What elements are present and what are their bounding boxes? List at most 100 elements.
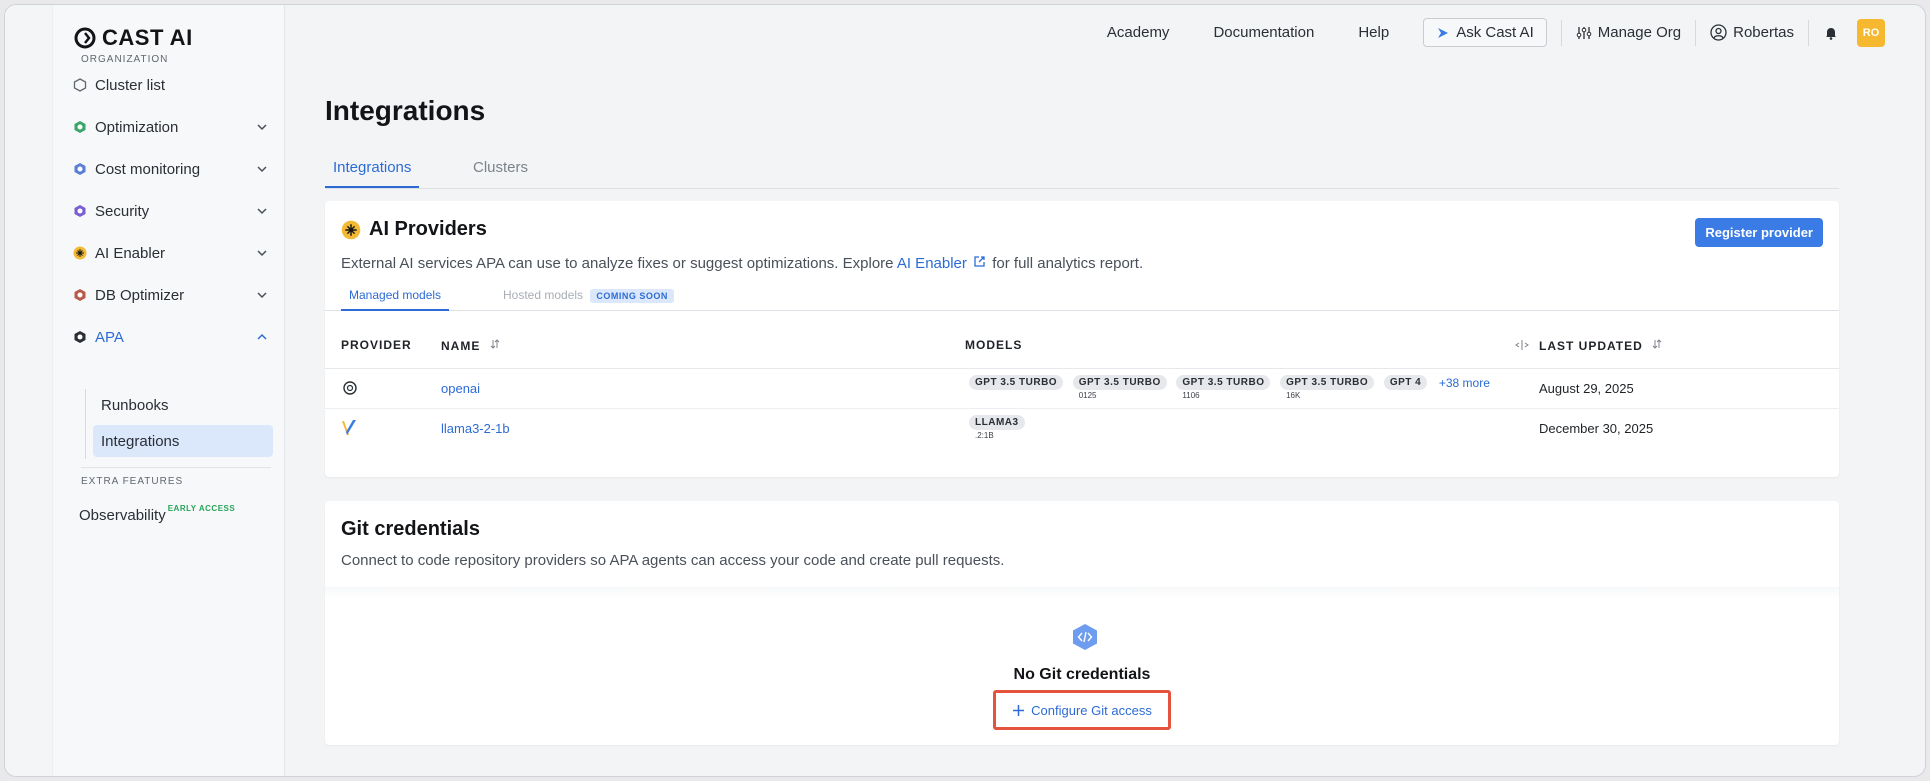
ai-enabler-icon [73, 246, 87, 260]
configure-git-access-button[interactable]: Configure Git access [993, 690, 1171, 730]
sort-icon [1652, 339, 1662, 349]
ai-providers-description: External AI services APA can use to anal… [341, 255, 1143, 272]
section-separator [325, 587, 1839, 599]
models-list: LLAMA3.2:1B [969, 415, 1031, 440]
user-circle-icon [1710, 24, 1727, 41]
submenu-line [85, 389, 86, 459]
model-chip-label: GPT 3.5 TURBO [1176, 375, 1271, 390]
sidebar-item-cost-monitoring[interactable]: Cost monitoring [73, 153, 271, 185]
security-icon [74, 205, 86, 217]
tab-integrations[interactable]: Integrations [325, 159, 420, 188]
git-credentials-description: Connect to code repository providers so … [341, 552, 1005, 569]
tab-managed-models[interactable]: Managed models [341, 288, 450, 311]
ai-enabler-icon [341, 220, 361, 239]
sidebar: CAST AI ORGANIZATION Cluster list Optimi… [53, 5, 285, 776]
chevron-down-icon [257, 292, 267, 299]
academy-link[interactable]: Academy [1107, 24, 1170, 41]
llama-provider-icon [342, 420, 356, 435]
sidebar-item-label: Cluster list [95, 76, 166, 94]
model-chip: GPT 3.5 TURBO 16K [1280, 375, 1375, 400]
brand-logo[interactable]: CAST AI [74, 25, 193, 51]
user-name: Robertas [1733, 24, 1794, 41]
sidebar-subitem-runbooks[interactable]: Runbooks [93, 389, 273, 421]
early-access-badge: EARLY ACCESS [167, 503, 236, 513]
model-chip-label: GPT 3.5 TURBO [1280, 375, 1375, 390]
bell-icon[interactable] [1823, 25, 1839, 41]
sidebar-item-label: Optimization [95, 118, 179, 136]
model-chip-version: .2:1B [975, 431, 994, 440]
topnav-separator [1808, 19, 1809, 46]
user-menu[interactable]: Robertas [1710, 24, 1794, 41]
model-chip-version: 1106 [1182, 391, 1200, 400]
avatar[interactable]: RO [1857, 18, 1885, 47]
db-optimizer-icon [74, 289, 86, 301]
ai-providers-heading: AI Providers [341, 218, 487, 241]
sidebar-item-cluster-list[interactable]: Cluster list [73, 69, 271, 101]
models-list: GPT 3.5 TURBO GPT 3.5 TURBO 0125 GPT 3.5 … [969, 375, 1490, 400]
sidebar-item-security[interactable]: Security [73, 195, 271, 227]
column-name-label: NAME [441, 339, 481, 353]
topnav-separator [1695, 19, 1697, 46]
sidebar-item-label: DB Optimizer [95, 286, 185, 304]
manage-org-button[interactable]: Manage Org [1576, 24, 1681, 41]
sidebar-item-label: AI Enabler [95, 244, 166, 262]
sidebar-item-apa[interactable]: APA [73, 321, 271, 353]
chevron-up-icon [257, 333, 267, 340]
model-chip: GPT 3.5 TURBO 0125 [1072, 375, 1167, 400]
column-models: MODELS [965, 338, 1023, 352]
ai-enabler-link[interactable]: AI Enabler [897, 255, 967, 272]
hexagon-outline-icon [73, 78, 87, 92]
column-name[interactable]: NAME [441, 338, 501, 353]
model-chip: GPT 3.5 TURBO [969, 375, 1064, 390]
model-chip-label: GPT 4 [1383, 375, 1428, 390]
apa-icon [74, 331, 86, 343]
sidebar-subitem-integrations[interactable]: Integrations [93, 425, 273, 457]
resize-column-icon[interactable] [1515, 339, 1529, 351]
sidebar-subitem-label: Runbooks [101, 396, 169, 414]
model-chip: GPT 4 [1383, 375, 1428, 390]
table-row[interactable]: llama3-2-1b LLAMA3.2:1B December 30, 202… [325, 409, 1839, 451]
desc-text-end: for full analytics report. [988, 255, 1144, 272]
tab-clusters[interactable]: Clusters [465, 159, 536, 186]
openai-icon [343, 381, 357, 395]
model-chip-label: LLAMA3 [969, 415, 1025, 430]
sidebar-item-observability[interactable]: Observability EARLY ACCESS [79, 499, 277, 531]
git-credentials-card: Git credentials Connect to code reposito… [325, 501, 1839, 745]
ask-cast-ai-button[interactable]: Ask Cast AI [1423, 18, 1547, 47]
model-chip-version: 16K [1286, 391, 1301, 400]
chevron-down-icon [257, 124, 267, 131]
model-chip: LLAMA3.2:1B [969, 415, 1025, 440]
last-updated-value: August 29, 2025 [1539, 381, 1634, 396]
sidebar-item-label: APA [95, 328, 124, 346]
sidebar-item-optimization[interactable]: Optimization [73, 111, 271, 143]
column-last-updated[interactable]: LAST UPDATED [1539, 338, 1663, 353]
ai-providers-card: AI Providers External AI services APA ca… [325, 201, 1839, 477]
empty-state-title: No Git credentials [1013, 666, 1151, 683]
register-provider-button[interactable]: Register provider [1695, 218, 1823, 247]
chevron-down-icon [257, 166, 267, 173]
plus-icon [1013, 704, 1025, 716]
external-link-icon[interactable] [973, 255, 986, 268]
model-chip-label: GPT 3.5 TURBO [1072, 375, 1167, 390]
documentation-link[interactable]: Documentation [1213, 24, 1314, 41]
git-credentials-title: Git credentials [341, 518, 480, 540]
provider-subtabs: Managed models Hosted models COMING SOON [325, 283, 1839, 311]
provider-name-link[interactable]: openai [441, 381, 480, 396]
topnav-separator [1560, 19, 1562, 46]
sidebar-item-ai-enabler[interactable]: AI Enabler [73, 237, 271, 269]
extra-features-label: EXTRA FEATURES [81, 476, 184, 487]
model-chip-version: 0125 [1078, 391, 1097, 400]
sort-icon [490, 339, 500, 349]
more-models-link[interactable]: +38 more [1439, 376, 1490, 390]
cost-monitoring-icon [74, 163, 86, 175]
provider-name-link[interactable]: llama3-2-1b [441, 421, 510, 436]
help-link[interactable]: Help [1358, 24, 1389, 41]
ai-providers-title: AI Providers [369, 218, 487, 240]
organization-label: ORGANIZATION [81, 54, 169, 65]
sidebar-item-db-optimizer[interactable]: DB Optimizer [73, 279, 271, 311]
model-chip-label: GPT 3.5 TURBO [969, 375, 1064, 390]
chevron-down-icon [257, 250, 267, 257]
column-provider: PROVIDER [341, 338, 412, 352]
table-row[interactable]: openai GPT 3.5 TURBO GPT 3.5 TURBO 0125 G… [325, 369, 1839, 409]
sliders-icon [1576, 26, 1592, 39]
